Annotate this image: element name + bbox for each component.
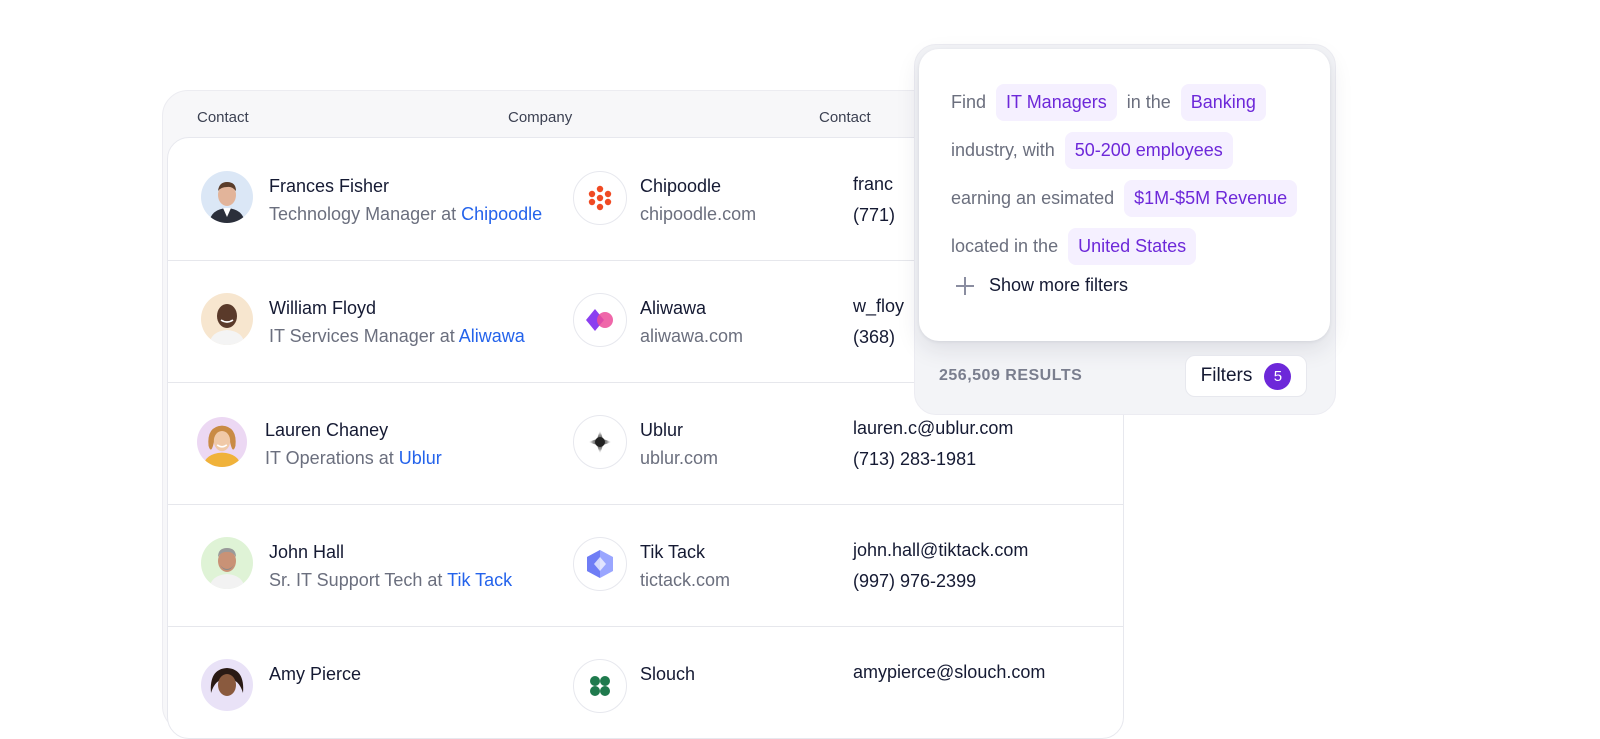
- contact-phone[interactable]: (997) 976-2399: [853, 571, 976, 592]
- company-name[interactable]: Ublur: [640, 420, 683, 441]
- filter-row-employees: industry, with 50-200 employees: [951, 131, 1243, 169]
- contact-phone[interactable]: (771): [853, 205, 895, 226]
- show-more-filters-label: Show more filters: [989, 275, 1129, 295]
- company-link[interactable]: Chipoodle: [461, 204, 542, 224]
- filter-row-role: Find IT Managers in the Banking: [951, 83, 1276, 121]
- filters-button-label: Filters: [1200, 365, 1253, 386]
- avatar: [201, 659, 253, 711]
- column-header-company[interactable]: Company: [508, 109, 572, 126]
- filter-card: Find IT Managers in the Banking industry…: [919, 49, 1330, 341]
- ublur-logo-icon: [573, 415, 627, 469]
- chipoodle-logo-icon: [573, 171, 627, 225]
- company-name[interactable]: Slouch: [640, 664, 695, 685]
- company-link[interactable]: Tik Tack: [447, 570, 512, 590]
- filter-row-revenue: earning an esimated $1M-$5M Revenue: [951, 179, 1307, 217]
- table-row[interactable]: Amy Pierce Slouch amypierce@slouch.com: [168, 626, 1123, 738]
- filter-text: earning an esimated: [951, 187, 1115, 208]
- filter-chip-location[interactable]: United States: [1068, 227, 1197, 265]
- company-domain[interactable]: ublur.com: [640, 448, 718, 469]
- filter-text: industry, with: [951, 139, 1055, 160]
- filter-row-location: located in the United States: [951, 227, 1206, 265]
- contact-email[interactable]: franc: [853, 174, 893, 195]
- contact-title: Sr. IT Support Tech at Tik Tack: [269, 570, 513, 590]
- avatar: [201, 537, 253, 589]
- filter-text: located in the: [951, 235, 1059, 256]
- contact-name[interactable]: Frances Fisher: [269, 176, 389, 197]
- contact-title: Technology Manager at Chipoodle: [269, 204, 543, 224]
- contact-name[interactable]: John Hall: [269, 542, 344, 563]
- company-link[interactable]: Aliwawa: [459, 326, 525, 346]
- company-name[interactable]: Aliwawa: [640, 298, 706, 319]
- filter-panel: Find IT Managers in the Banking industry…: [914, 44, 1336, 415]
- contact-email[interactable]: john.hall@tiktack.com: [853, 540, 1028, 561]
- slouch-logo-icon: [573, 659, 627, 713]
- company-link[interactable]: Ublur: [399, 448, 442, 468]
- filter-chip-job-title[interactable]: IT Managers: [996, 83, 1117, 121]
- results-count: 256,509 RESULTS: [939, 367, 1083, 384]
- filter-text: in the: [1126, 91, 1171, 112]
- avatar: [201, 171, 253, 223]
- tik-tack-logo-icon: [573, 537, 627, 591]
- column-header-contact-info[interactable]: Contact: [819, 109, 871, 126]
- column-header-contact[interactable]: Contact: [197, 109, 249, 126]
- company-domain[interactable]: chipoodle.com: [640, 204, 756, 225]
- aliwawa-logo-icon: [573, 293, 627, 347]
- contact-email[interactable]: w_floy: [853, 296, 904, 317]
- filter-chip-employees[interactable]: 50-200 employees: [1064, 131, 1233, 169]
- plus-icon: [955, 276, 975, 296]
- show-more-filters-button[interactable]: Show more filters: [955, 275, 1128, 296]
- contact-name[interactable]: William Floyd: [269, 298, 376, 319]
- filter-chip-revenue[interactable]: $1M-$5M Revenue: [1124, 179, 1298, 217]
- contact-name[interactable]: Lauren Chaney: [265, 420, 388, 441]
- company-name[interactable]: Chipoodle: [640, 176, 721, 197]
- filter-chip-industry[interactable]: Banking: [1180, 83, 1266, 121]
- company-name[interactable]: Tik Tack: [640, 542, 705, 563]
- avatar: [201, 293, 253, 345]
- company-domain[interactable]: aliwawa.com: [640, 326, 743, 347]
- contact-phone[interactable]: (368): [853, 327, 895, 348]
- contact-email[interactable]: amypierce@slouch.com: [853, 662, 1045, 683]
- contact-title: IT Operations at Ublur: [265, 448, 442, 468]
- contact-phone[interactable]: (713) 283-1981: [853, 449, 976, 470]
- filters-count-badge: 5: [1264, 362, 1292, 390]
- filters-button[interactable]: Filters 5: [1185, 355, 1307, 397]
- contact-email[interactable]: lauren.c@ublur.com: [853, 418, 1013, 439]
- company-domain[interactable]: tictack.com: [640, 570, 730, 591]
- filter-text: Find: [951, 91, 987, 112]
- contact-title: IT Services Manager at Aliwawa: [269, 326, 525, 346]
- table-row[interactable]: John Hall Sr. IT Support Tech at Tik Tac…: [168, 504, 1123, 627]
- contact-name[interactable]: Amy Pierce: [269, 664, 361, 685]
- avatar: [197, 417, 247, 467]
